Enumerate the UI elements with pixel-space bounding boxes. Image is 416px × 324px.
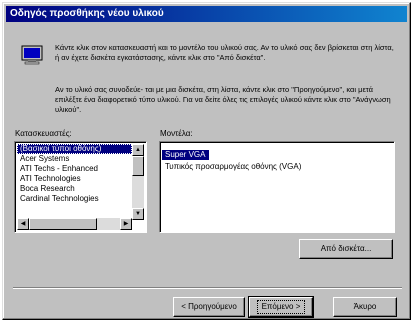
next-button[interactable]: Επόμενο > xyxy=(248,296,314,318)
scroll-right-icon[interactable]: ▶ xyxy=(120,218,132,230)
manufacturer-item[interactable]: Boca Research xyxy=(17,184,132,194)
model-item[interactable]: Τυπικός προσαρμογέας οθόνης (VGA) xyxy=(162,162,392,172)
scroll-thumb[interactable] xyxy=(29,218,97,230)
separator xyxy=(13,287,402,289)
manufacturer-item[interactable]: ATI Technologies xyxy=(17,174,132,184)
title-bar[interactable]: Οδηγός προσθήκης νέου υλικού xyxy=(6,6,407,22)
monitor-icon xyxy=(21,45,43,65)
scroll-up-icon[interactable]: ▲ xyxy=(132,144,144,156)
back-button[interactable]: < Προηγούμενο xyxy=(173,297,245,317)
scroll-left-icon[interactable]: ◀ xyxy=(17,218,29,230)
model-item[interactable]: Super VGA xyxy=(162,150,210,160)
models-label: Μοντέλα: xyxy=(160,129,193,138)
instruction-text-1: Κάντε κλικ στον κατασκευαστή και το μοντ… xyxy=(55,43,394,62)
cancel-button[interactable]: Άκυρο xyxy=(333,297,397,317)
add-hardware-wizard-window: Οδηγός προσθήκης νέου υλικού Κάντε κλικ … xyxy=(2,2,411,320)
scroll-thumb[interactable] xyxy=(132,156,144,176)
vertical-scrollbar[interactable]: ▲ ▼ xyxy=(132,144,144,220)
window-title: Οδηγός προσθήκης νέου υλικού xyxy=(10,8,164,19)
manufacturers-label: Κατασκευαστές: xyxy=(15,129,72,138)
manufacturer-item[interactable]: Acer Systems xyxy=(17,154,132,164)
scroll-down-icon[interactable]: ▼ xyxy=(132,208,144,220)
have-disk-button[interactable]: Από δισκέτα... xyxy=(299,239,393,259)
horizontal-scrollbar[interactable]: ◀ ▶ xyxy=(17,218,132,230)
manufacturer-item[interactable]: (Βασικοί τύποι οθόνης) xyxy=(17,144,132,154)
manufacturer-item[interactable]: ATI Techs - Enhanced xyxy=(17,164,132,174)
next-button-label: Επόμενο > xyxy=(256,300,306,314)
instruction-text-2: Αν το υλικό σας συνοδεύε- ται με μια δισ… xyxy=(55,85,391,114)
models-listbox[interactable]: Super VGA Τυπικός προσαρμογέας οθόνης (V… xyxy=(159,141,395,233)
manufacturers-listbox[interactable]: (Βασικοί τύποι οθόνης) Acer Systems ATI … xyxy=(14,141,147,233)
manufacturer-item[interactable]: Cardinal Technologies xyxy=(17,194,132,204)
